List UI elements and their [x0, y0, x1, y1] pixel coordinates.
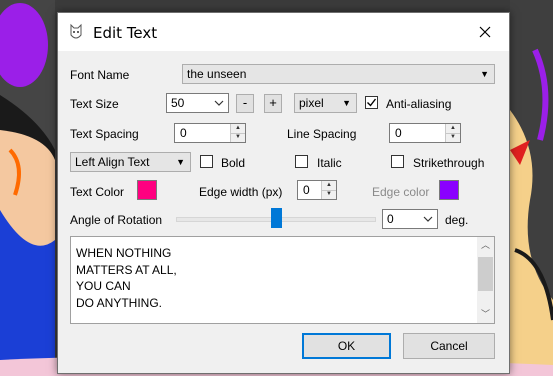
- title-bar[interactable]: Edit Text: [58, 13, 509, 51]
- text-input-area[interactable]: WHEN NOTHING MATTERS AT ALL, YOU CAN DO …: [70, 236, 495, 324]
- bold-checkbox[interactable]: [200, 155, 213, 168]
- vertical-scrollbar[interactable]: ︿ ﹀: [477, 237, 494, 323]
- scroll-up-icon[interactable]: ︿: [477, 237, 494, 254]
- close-button[interactable]: [462, 13, 508, 51]
- text-size-combobox[interactable]: 50: [166, 93, 229, 113]
- text-spacing-value: 0: [180, 126, 187, 140]
- line-spacing-label: Line Spacing: [287, 127, 357, 141]
- scroll-down-icon[interactable]: ﹀: [477, 306, 494, 323]
- alignment-dropdown[interactable]: Left Align Text ▼: [70, 152, 191, 172]
- text-spacing-label: Text Spacing: [70, 127, 139, 141]
- strikethrough-label: Strikethrough: [413, 156, 485, 170]
- edit-text-dialog: Edit Text Font Name the unseen ▼ Text Si…: [57, 12, 510, 374]
- size-unit-dropdown[interactable]: pixel ▼: [294, 93, 357, 113]
- text-content: WHEN NOTHING MATTERS AT ALL, YOU CAN DO …: [76, 246, 177, 310]
- rotation-value: 0: [387, 212, 394, 226]
- size-unit-value: pixel: [299, 96, 324, 110]
- decrease-size-button[interactable]: -: [236, 94, 254, 113]
- dropdown-arrow-icon: ▼: [176, 157, 185, 167]
- font-name-value: the unseen: [187, 67, 247, 81]
- edge-width-value: 0: [303, 183, 310, 197]
- edge-width-label: Edge width (px): [199, 185, 283, 199]
- font-name-dropdown[interactable]: the unseen ▼: [182, 64, 495, 84]
- chevron-down-icon: [214, 100, 224, 106]
- strikethrough-checkbox[interactable]: [391, 155, 404, 168]
- text-size-value: 50: [171, 96, 185, 110]
- edge-color-label: Edge color: [372, 185, 430, 199]
- rotation-unit: deg.: [445, 213, 469, 227]
- text-color-label: Text Color: [70, 185, 125, 199]
- text-spacing-spinner[interactable]: 0 ▲ ▼: [174, 123, 246, 143]
- app-icon: [70, 23, 82, 39]
- scrollbar-thumb[interactable]: [478, 257, 493, 291]
- dropdown-arrow-icon: ▼: [342, 98, 351, 108]
- line-spacing-value: 0: [395, 126, 402, 140]
- text-color-swatch[interactable]: [137, 180, 157, 200]
- close-icon: [479, 26, 491, 38]
- antialiasing-label: Anti-aliasing: [386, 97, 452, 111]
- bold-label: Bold: [221, 156, 246, 170]
- checkmark-icon: [367, 98, 377, 107]
- ok-button[interactable]: OK: [302, 333, 391, 359]
- italic-label: Italic: [317, 156, 342, 170]
- italic-checkbox[interactable]: [295, 155, 308, 168]
- cancel-button[interactable]: Cancel: [403, 333, 495, 359]
- alignment-value: Left Align Text: [75, 155, 150, 169]
- rotation-combobox[interactable]: 0: [382, 209, 438, 229]
- edge-color-swatch[interactable]: [439, 180, 459, 200]
- spin-down-icon[interactable]: ▼: [322, 190, 336, 199]
- window-title: Edit Text: [93, 24, 158, 42]
- increase-size-button[interactable]: +: [264, 94, 282, 113]
- chevron-down-icon: [423, 216, 433, 222]
- line-spacing-spinner[interactable]: 0 ▲ ▼: [389, 123, 461, 143]
- rotation-label: Angle of Rotation: [70, 213, 163, 227]
- text-size-label: Text Size: [70, 97, 119, 111]
- spin-down-icon[interactable]: ▼: [231, 133, 245, 142]
- dropdown-arrow-icon: ▼: [480, 69, 489, 79]
- spin-down-icon[interactable]: ▼: [446, 133, 460, 142]
- edge-width-spinner[interactable]: 0 ▲ ▼: [297, 180, 337, 200]
- rotation-slider-thumb[interactable]: [270, 208, 282, 228]
- antialiasing-checkbox[interactable]: [365, 96, 378, 109]
- font-name-label: Font Name: [70, 68, 130, 82]
